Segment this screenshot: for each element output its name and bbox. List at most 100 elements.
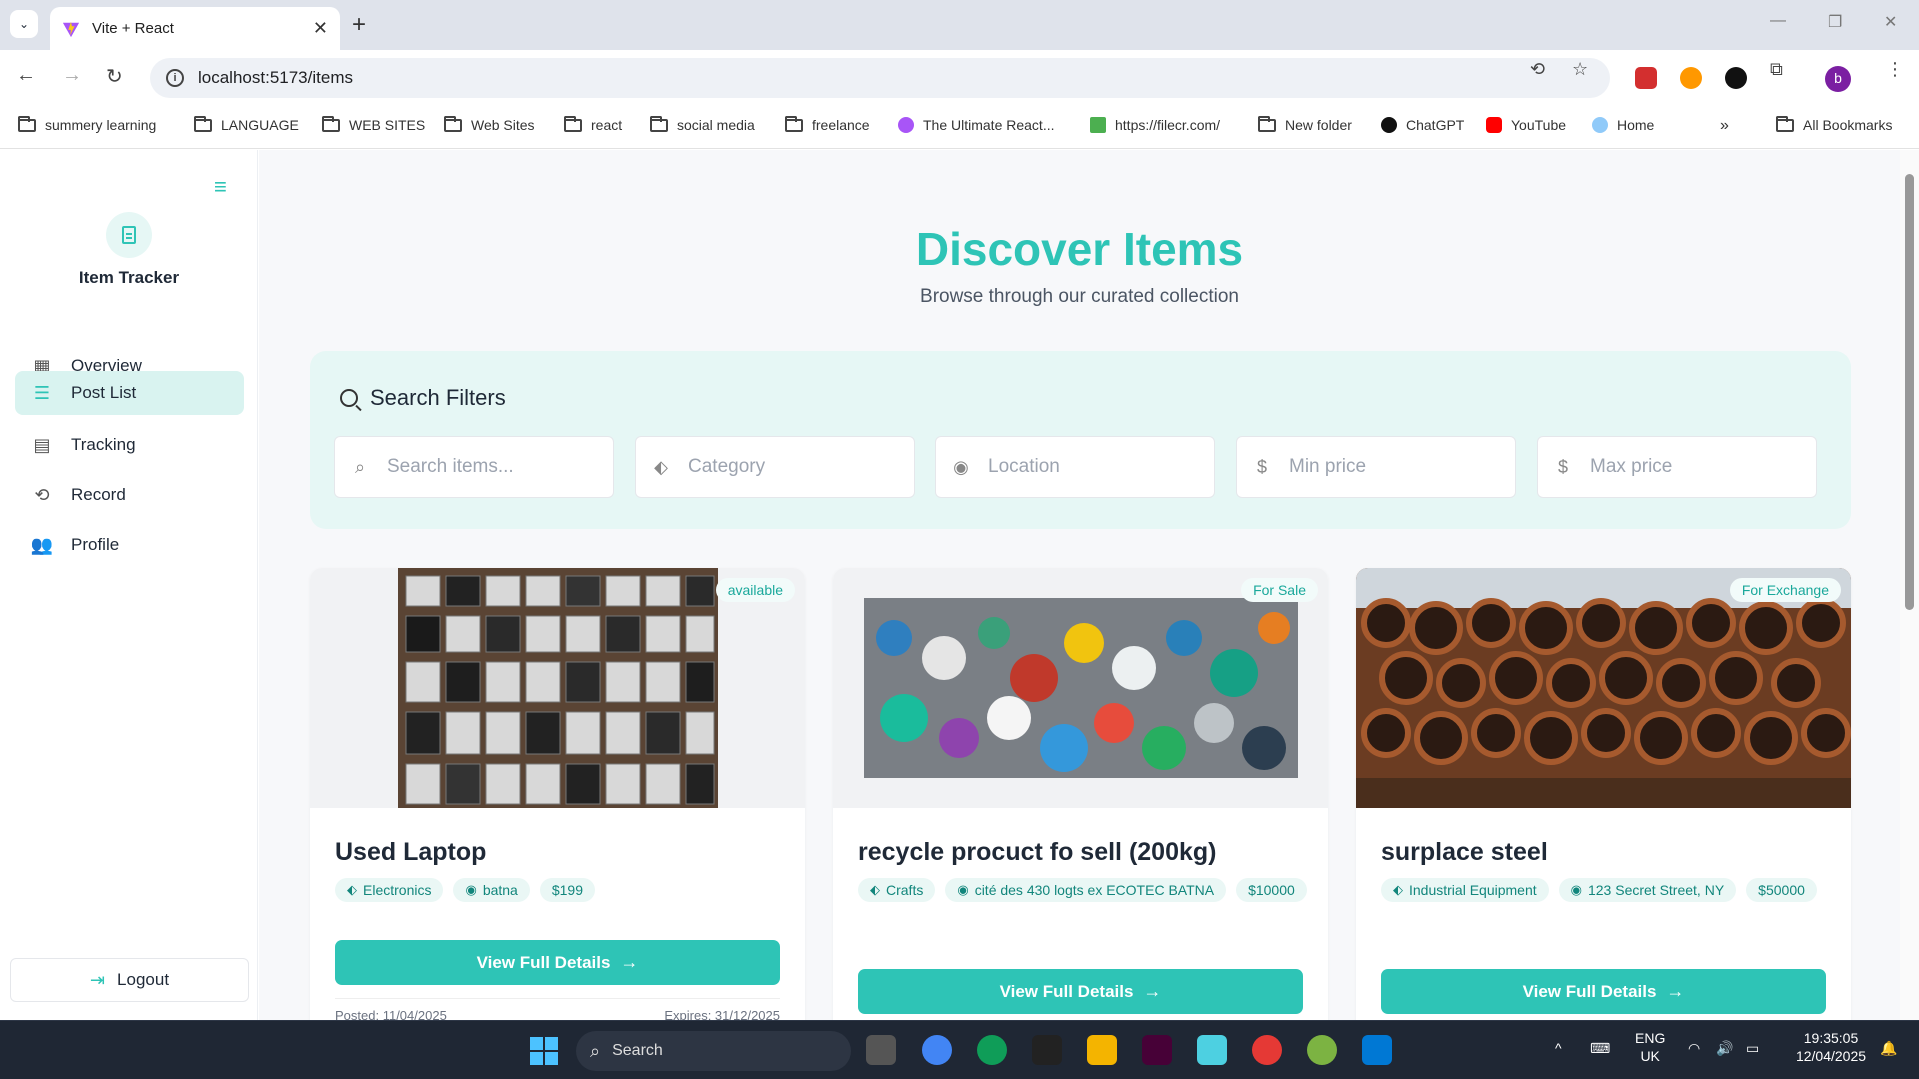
logout-button[interactable]: ⇥ Logout [10,958,249,1002]
status-badge: For Exchange [1729,578,1841,602]
extensions-puzzle-icon[interactable]: ⧉ [1770,59,1783,80]
min-price-input[interactable] [1289,456,1489,478]
item-card: For Exchange surplace steel ⬖ Industrial … [1356,568,1851,1020]
item-title: surplace steel [1381,838,1548,866]
view-details-button[interactable]: View Full Details → [858,969,1303,1014]
browser-tab[interactable]: Vite + React ✕ [50,7,340,50]
bookmark-folder[interactable]: react [564,115,622,133]
battery-icon[interactable]: ▭ [1746,1039,1759,1057]
keyboard-icon[interactable]: ⌨ [1590,1039,1610,1057]
taskbar-search[interactable]: ⌕ Search [576,1031,851,1071]
category-field[interactable]: ⬖ [635,436,915,498]
adobe-xd-icon[interactable] [1142,1035,1172,1065]
bookmark-folder[interactable]: summery learning [18,115,156,133]
back-icon[interactable]: ← [16,64,36,87]
minimize-icon[interactable]: — [1770,12,1786,30]
sidebar-item-post-list[interactable]: ☰ Post List [15,371,244,415]
tag-icon: ⬖ [347,882,357,897]
notification-bell-icon[interactable]: 🔔 [1880,1039,1897,1057]
office-icon[interactable] [1252,1035,1282,1065]
volume-icon[interactable]: 🔊 [1716,1039,1733,1057]
browser-tab-bar: ⌄ Vite + React ✕ + — ❐ ✕ [0,0,1919,50]
item-tags: ⬖ Crafts ◉ cité des 430 logts ex ECOTEC BA… [858,878,1308,902]
collapse-sidebar-icon[interactable]: ≡ [214,174,227,200]
language-indicator[interactable]: ENG UK [1635,1029,1665,1065]
location-field[interactable]: ◉ [935,436,1215,498]
main-content: Discover Items Browse through our curate… [259,150,1900,1020]
scrollbar-thumb[interactable] [1905,174,1914,610]
translate-icon[interactable]: ⟲ [1530,59,1545,80]
bookmark-folder[interactable]: Web Sites [444,115,535,133]
bookmark-link[interactable]: The Ultimate React... [898,117,1055,133]
forward-icon[interactable]: → [62,64,82,87]
logo [106,212,152,258]
extension-icon[interactable] [1680,67,1702,89]
tab-title: Vite + React [92,20,174,37]
item-title: Used Laptop [335,838,487,866]
item-title: recycle procuct fo sell (200kg) [858,838,1217,866]
sidebar-item-tracking[interactable]: ▤ Tracking [15,423,244,467]
more-bookmarks-icon[interactable]: » [1720,117,1729,135]
page-scrollbar[interactable] [1900,150,1919,1020]
restore-icon[interactable]: ❐ [1828,12,1842,32]
youtube-icon [1486,117,1502,133]
sidebar-item-record[interactable]: ⟲ Record [15,473,244,517]
max-price-input[interactable] [1590,456,1790,478]
windows-start-icon[interactable] [530,1037,558,1065]
extension-icon[interactable] [1635,67,1657,89]
wifi-icon[interactable]: ◠ [1688,1039,1700,1057]
search-input[interactable] [387,456,587,478]
status-badge: available [715,578,795,602]
app-icon[interactable] [1197,1035,1227,1065]
chrome-icon[interactable] [922,1035,952,1065]
close-window-icon[interactable]: ✕ [1884,12,1897,32]
price-chip: $50000 [1746,878,1817,902]
bookmark-link[interactable]: YouTube [1486,117,1566,133]
new-tab-button[interactable]: + [352,11,366,39]
vscode-icon[interactable] [1362,1035,1392,1065]
folder-icon [650,115,668,132]
close-tab-icon[interactable]: ✕ [313,18,328,39]
tray-chevron-icon[interactable]: ^ [1555,1039,1562,1057]
bookmark-link[interactable]: Home [1592,117,1654,133]
file-explorer-icon[interactable] [1087,1035,1117,1065]
profile-avatar[interactable]: b [1825,66,1851,92]
search-field[interactable]: ⌕ [334,436,614,498]
menu-kebab-icon[interactable]: ⋮ [1886,59,1904,80]
reload-icon[interactable]: ↻ [106,64,123,89]
copilot-icon[interactable] [977,1035,1007,1065]
history-icon: ⟲ [34,484,50,505]
address-bar[interactable]: i localhost:5173/items [150,58,1610,98]
location-input[interactable] [988,456,1188,478]
bookmark-link[interactable]: ChatGPT [1381,117,1464,133]
view-details-button[interactable]: View Full Details → [335,940,780,985]
bookmark-folder[interactable]: WEB SITES [322,115,425,133]
people-icon: 👥 [30,534,54,555]
search-filters-panel: Search Filters ⌕ ⬖ ◉ $ $ [310,351,1851,529]
bookmark-folder[interactable]: social media [650,115,755,133]
view-details-button[interactable]: View Full Details → [1381,969,1826,1014]
extension-icon[interactable] [1725,67,1747,89]
all-bookmarks[interactable]: All Bookmarks [1776,115,1892,133]
folder-icon [444,115,462,132]
max-price-field[interactable]: $ [1537,436,1817,498]
page-title: Discover Items [915,223,1244,275]
utorrent-icon[interactable] [1307,1035,1337,1065]
bookmark-folder[interactable]: LANGUAGE [194,115,299,133]
clock[interactable]: 19:35:05 12/04/2025 [1786,1029,1876,1065]
folder-icon [194,115,212,132]
dollar-icon: $ [1256,456,1267,477]
min-price-field[interactable]: $ [1236,436,1516,498]
filters-heading: Search Filters [340,385,506,411]
item-card: For Sale recycle procuct fo sell (200kg)… [833,568,1328,1020]
bookmark-folder[interactable]: New folder [1258,115,1352,133]
bookmark-star-icon[interactable]: ☆ [1572,59,1588,80]
tab-search-dropdown[interactable]: ⌄ [10,10,38,38]
task-view-icon[interactable] [866,1035,896,1065]
site-info-icon[interactable]: i [166,69,184,87]
bookmark-folder[interactable]: freelance [785,115,870,133]
figma-icon[interactable] [1032,1035,1062,1065]
bookmark-link[interactable]: https://filecr.com/ [1090,117,1220,133]
category-input[interactable] [688,456,888,478]
sidebar-item-profile[interactable]: 👥 Profile [15,523,244,567]
